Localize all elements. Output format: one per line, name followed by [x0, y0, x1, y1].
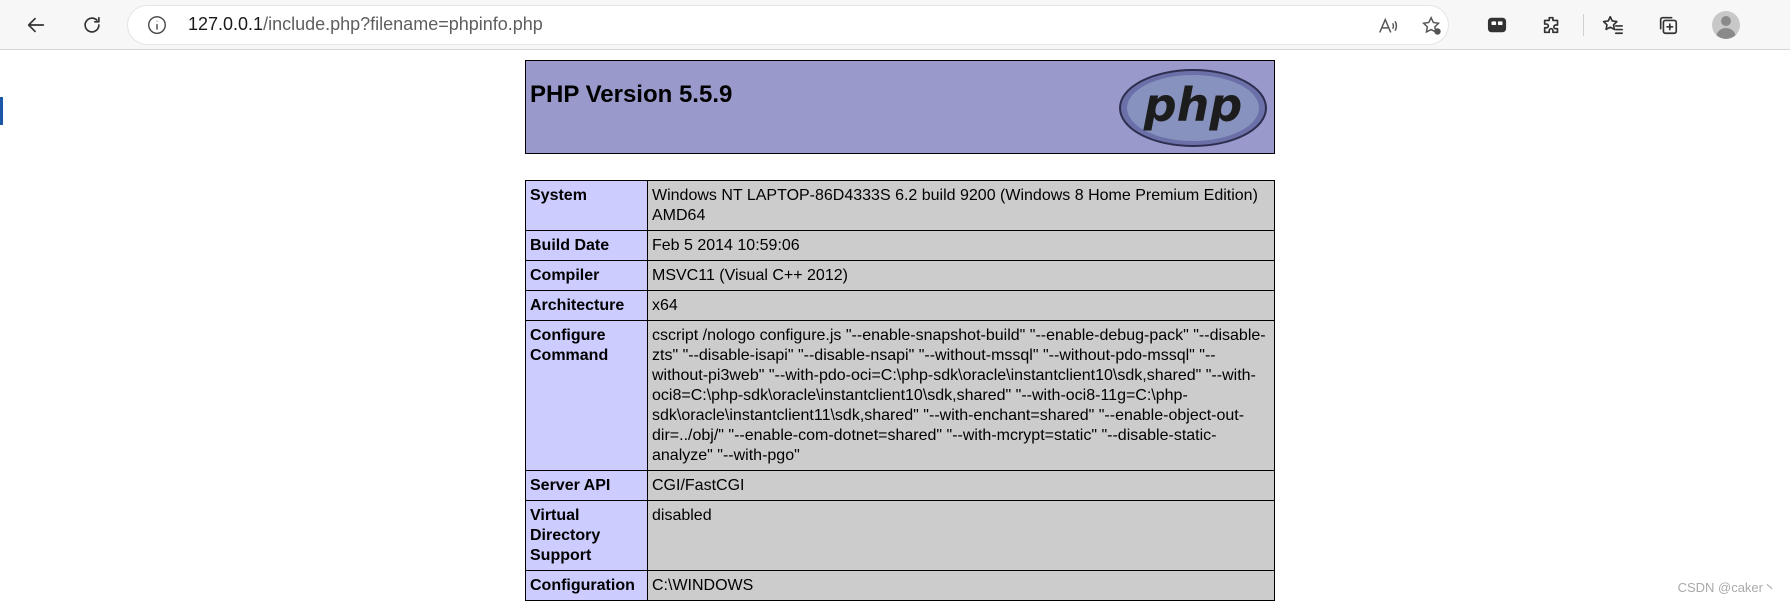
- table-row: Server API CGI/FastCGI: [525, 470, 1275, 501]
- row-value: disabled: [647, 500, 1275, 571]
- row-key: Compiler: [525, 260, 648, 291]
- row-key: Configuration: [525, 570, 648, 601]
- row-key: Architecture: [525, 290, 648, 321]
- favorites-icon[interactable]: [1597, 9, 1629, 41]
- collections-icon[interactable]: [1652, 9, 1684, 41]
- url-text[interactable]: 127.0.0.1/include.php?filename=phpinfo.p…: [188, 14, 543, 35]
- table-row: Build Date Feb 5 2014 10:59:06: [525, 230, 1275, 261]
- page-title: PHP Version 5.5.9: [530, 81, 733, 108]
- row-value: MSVC11 (Visual C++ 2012): [647, 260, 1275, 291]
- phpinfo-page: PHP Version 5.5.9 php System Windows NT …: [525, 60, 1275, 601]
- left-edge-marker: [0, 97, 3, 125]
- url-host: 127.0.0.1: [188, 14, 264, 34]
- table-row: Architecture x64: [525, 290, 1275, 321]
- row-key: Virtual Directory Support: [525, 500, 648, 571]
- info-icon[interactable]: [146, 14, 168, 36]
- php-logo-icon[interactable]: php: [1118, 68, 1268, 148]
- watermark: CSDN @caker丶: [1677, 580, 1776, 595]
- toolbar-divider: [1583, 14, 1584, 36]
- row-value: Windows NT LAPTOP-86D4333S 6.2 build 920…: [647, 180, 1275, 231]
- row-value: CGI/FastCGI: [647, 470, 1275, 501]
- row-key: Configure Command: [525, 320, 648, 471]
- row-value: C:\WINDOWS: [647, 570, 1275, 601]
- favorite-add-icon[interactable]: [1420, 14, 1444, 38]
- url-path: /include.php?filename=phpinfo.php: [263, 14, 543, 34]
- info-table: System Windows NT LAPTOP-86D4333S 6.2 bu…: [525, 180, 1275, 601]
- phpinfo-header: PHP Version 5.5.9 php: [525, 60, 1275, 154]
- read-aloud-icon[interactable]: [1376, 14, 1400, 38]
- row-value: Feb 5 2014 10:59:06: [647, 230, 1275, 261]
- table-row: Configure Command cscript /nologo config…: [525, 320, 1275, 471]
- address-bar[interactable]: 127.0.0.1/include.php?filename=phpinfo.p…: [128, 6, 1448, 44]
- extensions-icon[interactable]: [1536, 9, 1568, 41]
- tab-actions-icon[interactable]: [1481, 9, 1513, 41]
- table-row: Compiler MSVC11 (Visual C++ 2012): [525, 260, 1275, 291]
- row-key: Build Date: [525, 230, 648, 261]
- table-row: System Windows NT LAPTOP-86D4333S 6.2 bu…: [525, 180, 1275, 231]
- table-row: Virtual Directory Support disabled: [525, 500, 1275, 571]
- profile-avatar-icon[interactable]: [1712, 11, 1740, 39]
- refresh-icon[interactable]: [76, 9, 108, 41]
- php-logo-text: php: [1143, 78, 1243, 132]
- row-key: System: [525, 180, 648, 231]
- row-value: cscript /nologo configure.js "--enable-s…: [647, 320, 1275, 471]
- row-value: x64: [647, 290, 1275, 321]
- back-arrow-icon[interactable]: [20, 9, 52, 41]
- row-key: Server API: [525, 470, 648, 501]
- browser-toolbar: 127.0.0.1/include.php?filename=phpinfo.p…: [0, 0, 1790, 50]
- table-row: Configuration C:\WINDOWS: [525, 570, 1275, 601]
